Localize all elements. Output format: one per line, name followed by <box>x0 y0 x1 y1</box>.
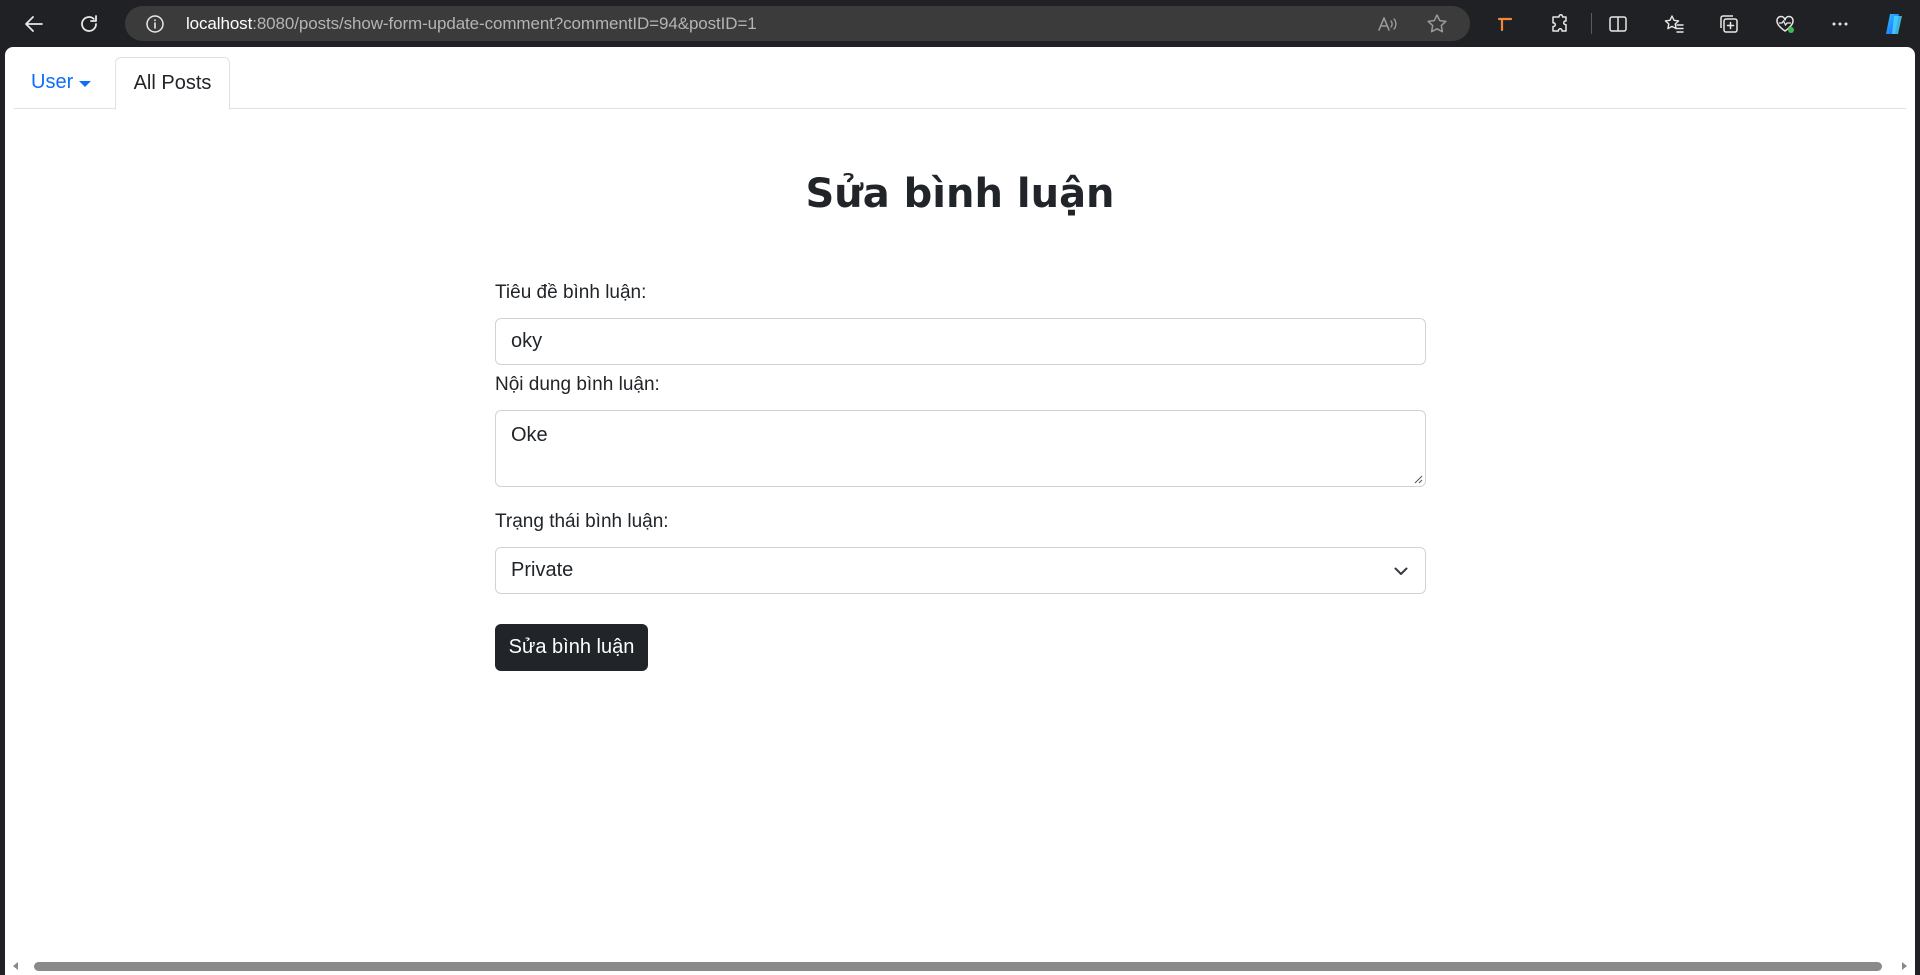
back-icon[interactable] <box>17 7 51 41</box>
resize-grip-icon[interactable] <box>1413 474 1423 484</box>
refresh-icon[interactable] <box>72 7 106 41</box>
caret-down-icon <box>79 80 92 87</box>
page-viewport: User All Posts Sửa bình luận Tiêu đề bìn… <box>5 47 1915 975</box>
scrollbar-thumb[interactable] <box>34 962 1882 971</box>
tab-all-posts-label: All Posts <box>133 72 212 94</box>
url-text[interactable]: localhost:8080/posts/show-form-update-co… <box>186 14 757 34</box>
extension-tool-icon[interactable] <box>1488 7 1522 41</box>
favorites-icon[interactable] <box>1657 7 1691 41</box>
comment-title-label: Tiêu đề bình luận: <box>495 282 647 303</box>
scroll-right-arrow-icon[interactable] <box>1899 961 1909 971</box>
extensions-puzzle-icon[interactable] <box>1542 7 1576 41</box>
scroll-left-arrow-icon[interactable] <box>11 961 21 971</box>
comment-content-textarea[interactable]: Oke <box>495 410 1426 487</box>
more-options-icon[interactable] <box>1823 7 1857 41</box>
tab-all-posts[interactable]: All Posts <box>115 57 230 110</box>
page-title: Sửa bình luận <box>805 171 1115 217</box>
browser-toolbar: localhost:8080/posts/show-form-update-co… <box>0 0 1920 47</box>
comment-title-value: oky <box>511 330 543 352</box>
comment-title-input[interactable]: oky <box>495 318 1426 365</box>
read-aloud-icon[interactable] <box>1375 12 1399 36</box>
copilot-icon[interactable] <box>1877 7 1911 41</box>
browser-essentials-icon[interactable] <box>1768 7 1802 41</box>
url-path: :8080/posts/show-form-update-comment?com… <box>252 14 757 33</box>
chevron-down-icon <box>1394 567 1408 575</box>
toolbar-divider <box>1591 13 1592 34</box>
horizontal-scrollbar[interactable] <box>5 957 1915 975</box>
comment-content-label: Nội dung bình luận: <box>495 374 660 395</box>
submit-button-label: Sửa bình luận <box>508 636 635 658</box>
site-info-icon[interactable] <box>145 14 165 34</box>
comment-status-label: Trạng thái bình luận: <box>495 511 669 532</box>
collections-icon[interactable] <box>1712 7 1746 41</box>
submit-update-comment-button[interactable]: Sửa bình luận <box>495 624 648 671</box>
address-bar[interactable]: localhost:8080/posts/show-form-update-co… <box>125 6 1470 41</box>
url-host: localhost <box>186 14 253 33</box>
comment-status-value: Private <box>511 559 574 581</box>
user-dropdown-label: User <box>31 71 74 93</box>
comment-content-value: Oke <box>511 424 548 446</box>
comment-status-select[interactable]: Private <box>495 547 1426 594</box>
split-screen-icon[interactable] <box>1601 7 1635 41</box>
user-dropdown[interactable]: User <box>31 71 92 94</box>
nav-tabs: User All Posts <box>14 57 1906 110</box>
favorite-star-icon[interactable] <box>1425 12 1449 36</box>
